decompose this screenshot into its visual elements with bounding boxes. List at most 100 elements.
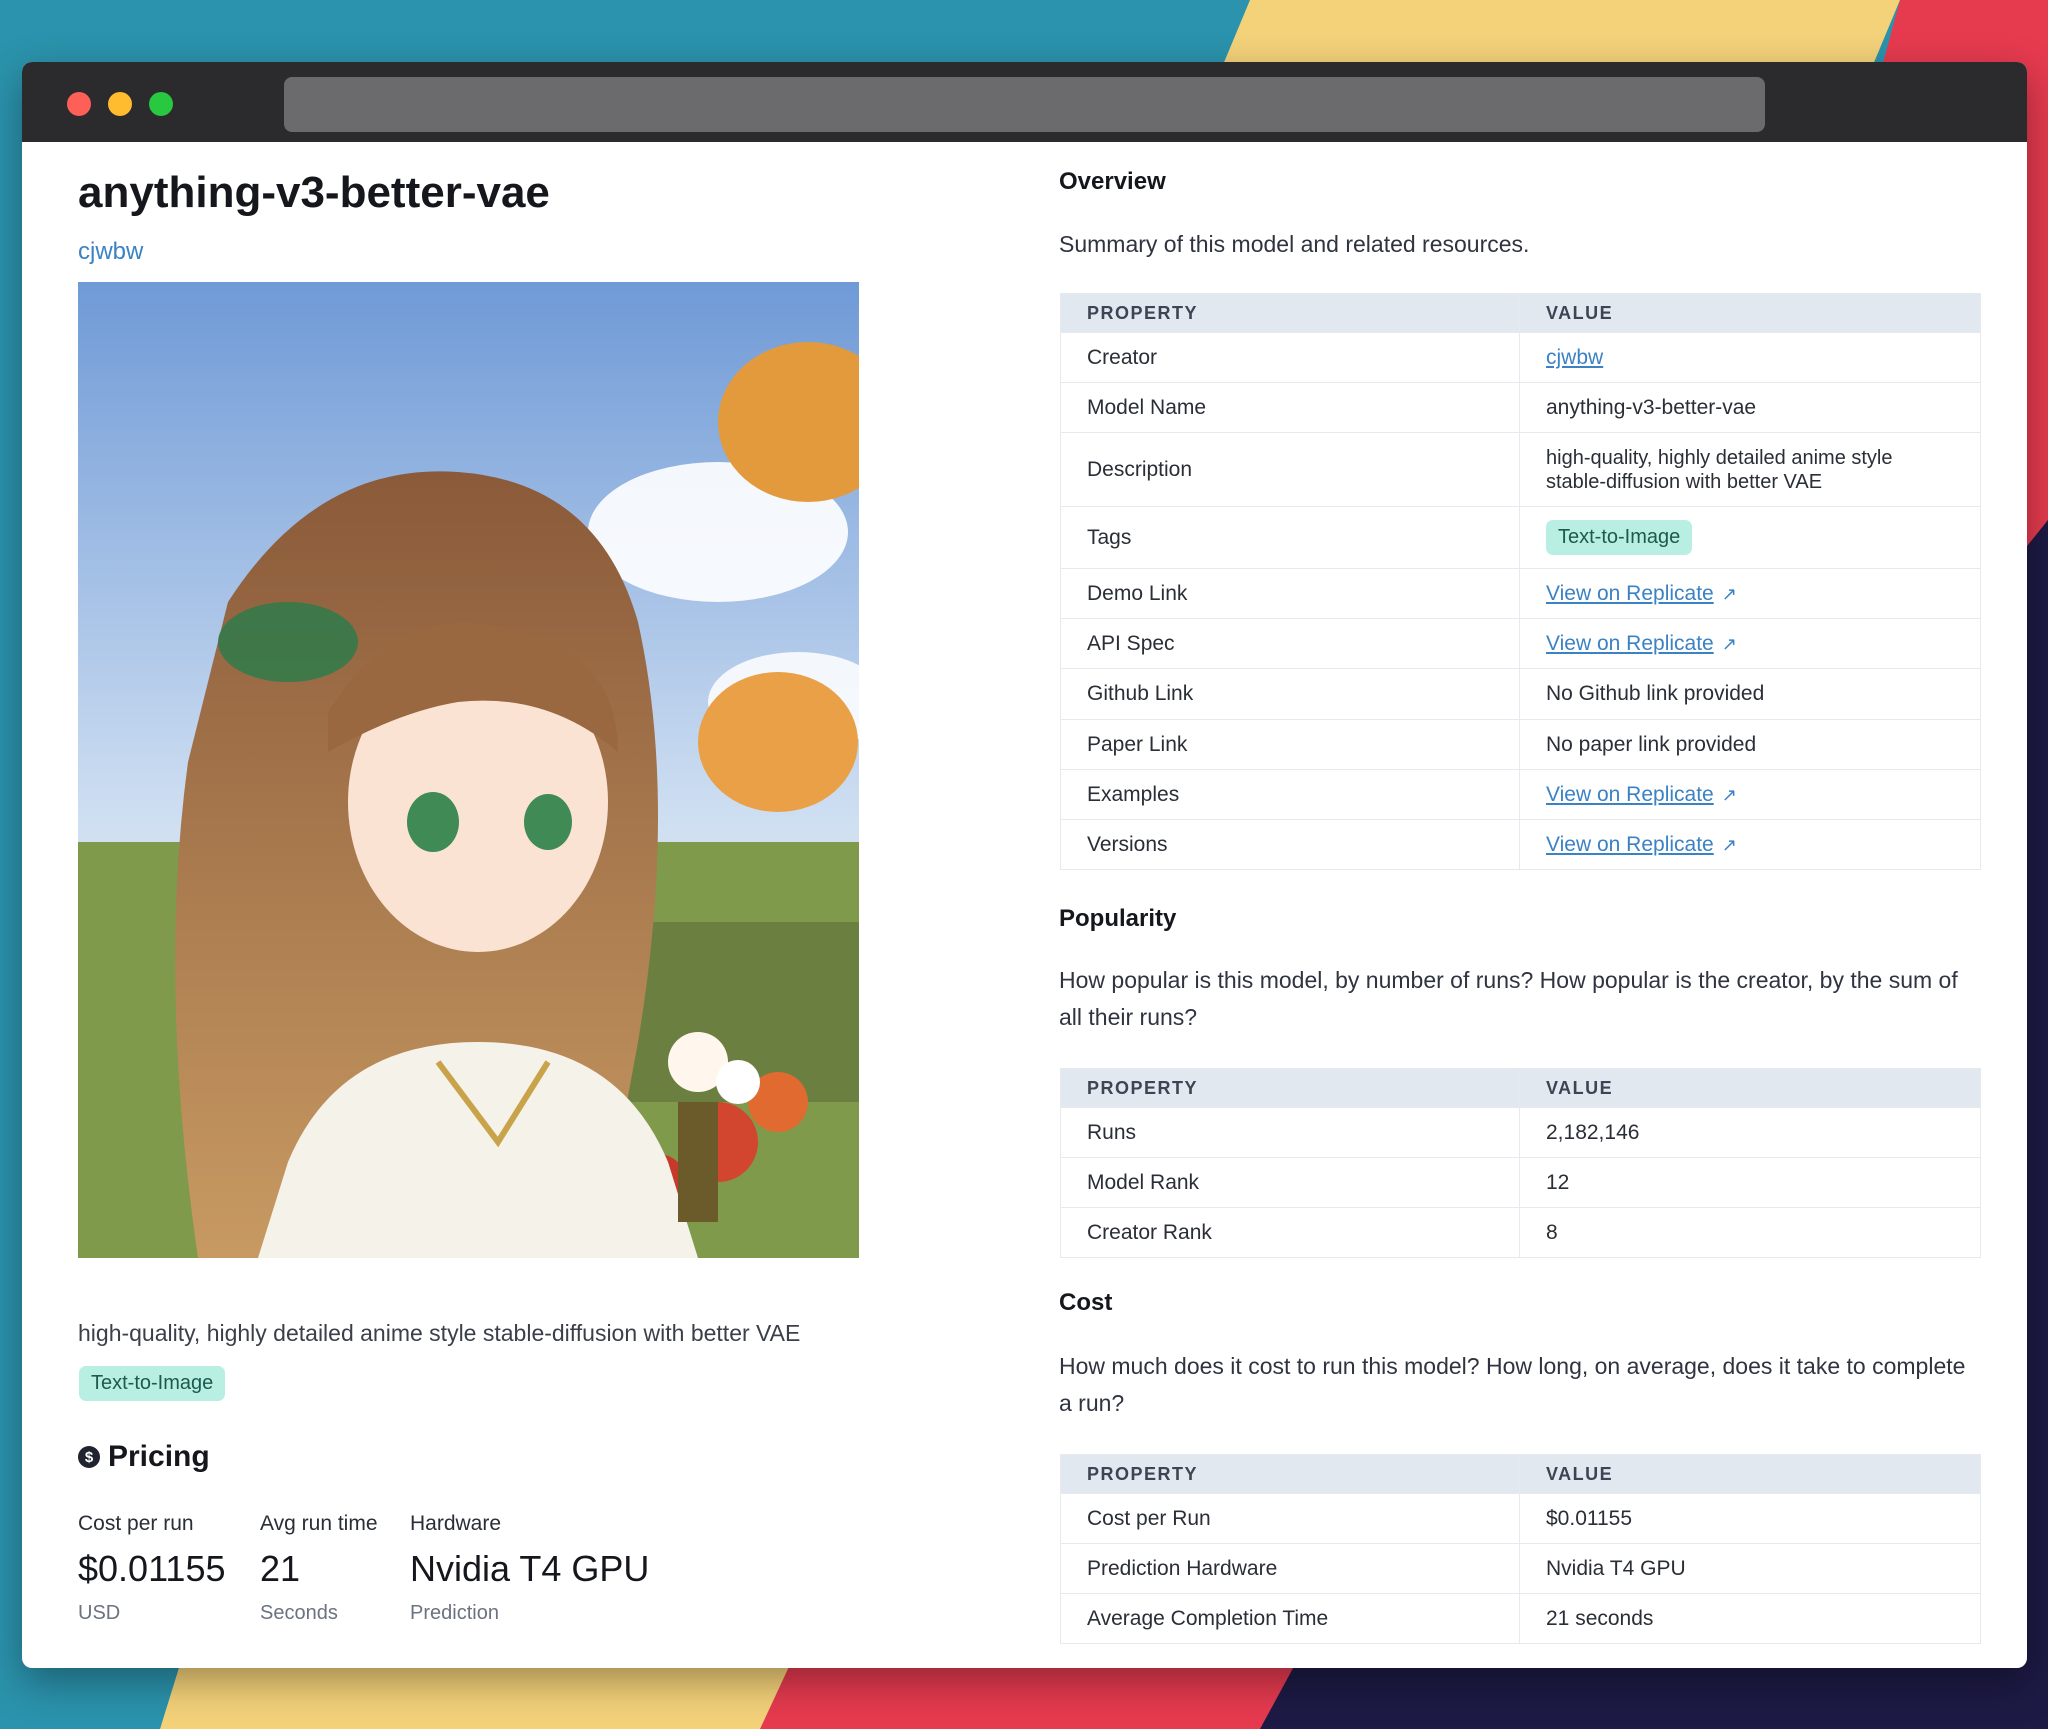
stat-unit: USD xyxy=(78,1602,121,1624)
table-row: Cost per Run $0.01155 xyxy=(1060,1493,1981,1544)
dollar-coin-icon: $ xyxy=(78,1446,100,1468)
table-row: Demo Link View on Replicate ↗ xyxy=(1060,568,1981,619)
row-value: 21 seconds xyxy=(1519,1593,1981,1644)
stat-value: Nvidia T4 GPU xyxy=(410,1548,650,1589)
row-value: View on Replicate ↗ xyxy=(1519,769,1981,820)
table-row: Average Completion Time 21 seconds xyxy=(1060,1593,1981,1644)
row-value: View on Replicate ↗ xyxy=(1519,568,1981,619)
row-property: Demo Link xyxy=(1060,568,1520,619)
table-row: Creator cjwbw xyxy=(1060,332,1981,383)
column-header-property: PROPERTY xyxy=(1060,1068,1520,1108)
table-row: API Spec View on Replicate ↗ xyxy=(1060,618,1981,669)
row-value: 12 xyxy=(1519,1157,1981,1208)
table-header-row: PROPERTY VALUE xyxy=(1060,1454,1981,1494)
column-header-property: PROPERTY xyxy=(1060,293,1520,333)
demo-link[interactable]: View on Replicate xyxy=(1546,582,1714,605)
column-header-value: VALUE xyxy=(1519,1454,1981,1494)
table-header-row: PROPERTY VALUE xyxy=(1060,1068,1981,1108)
row-property: Tags xyxy=(1060,506,1520,569)
tag-badge[interactable]: Text-to-Image xyxy=(1546,520,1693,555)
popularity-table: PROPERTY VALUE Runs 2,182,146 Model Rank… xyxy=(1060,1068,1981,1258)
row-property: Runs xyxy=(1060,1107,1520,1158)
overview-description: Summary of this model and related resour… xyxy=(1059,231,1530,257)
row-value: Nvidia T4 GPU xyxy=(1519,1543,1981,1594)
stat-label: Avg run time xyxy=(260,1512,378,1535)
table-row: Model Rank 12 xyxy=(1060,1157,1981,1208)
external-link-icon: ↗ xyxy=(1721,583,1737,604)
stat-avg-run-time: Avg run time 21 Seconds xyxy=(260,1512,378,1625)
row-property: Prediction Hardware xyxy=(1060,1543,1520,1594)
external-link-icon: ↗ xyxy=(1721,834,1737,855)
stat-cost-per-run: Cost per run $0.01155 USD xyxy=(78,1512,225,1625)
browser-window: anything-v3-better-vae cjwbw high-qualit… xyxy=(22,62,2027,1668)
table-row: Paper Link No paper link provided xyxy=(1060,719,1981,770)
stat-value: 21 xyxy=(260,1548,301,1589)
row-property: Paper Link xyxy=(1060,719,1520,770)
row-property: API Spec xyxy=(1060,618,1520,669)
row-property: Github Link xyxy=(1060,668,1520,720)
overview-title: Overview xyxy=(1059,168,1166,195)
row-value: 8 xyxy=(1519,1207,1981,1258)
table-header-row: PROPERTY VALUE xyxy=(1060,293,1981,333)
stat-label: Hardware xyxy=(410,1512,502,1535)
close-window-button[interactable] xyxy=(67,92,91,116)
row-property: Examples xyxy=(1060,769,1520,820)
cost-table: PROPERTY VALUE Cost per Run $0.01155 Pre… xyxy=(1060,1454,1981,1644)
examples-link[interactable]: View on Replicate xyxy=(1546,783,1714,806)
external-link-icon: ↗ xyxy=(1721,784,1737,805)
row-value: Text-to-Image xyxy=(1519,506,1981,569)
address-bar[interactable] xyxy=(284,77,1765,132)
table-row: Model Name anything-v3-better-vae xyxy=(1060,382,1981,433)
row-value: anything-v3-better-vae xyxy=(1519,382,1981,433)
row-property: Model Name xyxy=(1060,382,1520,433)
pricing-title: Pricing xyxy=(108,1440,210,1473)
stat-unit: Prediction xyxy=(410,1602,499,1624)
table-row: Creator Rank 8 xyxy=(1060,1207,1981,1258)
stat-hardware: Hardware Nvidia T4 GPU Prediction xyxy=(410,1512,649,1625)
stat-value: $0.01155 xyxy=(78,1548,226,1589)
row-value: cjwbw xyxy=(1519,332,1981,383)
creator-table-link[interactable]: cjwbw xyxy=(1546,346,1603,369)
row-property: Creator Rank xyxy=(1060,1207,1520,1258)
column-header-value: VALUE xyxy=(1519,1068,1981,1108)
title-bar xyxy=(22,62,2027,142)
popularity-title: Popularity xyxy=(1059,905,1177,932)
row-property: Creator xyxy=(1060,332,1520,383)
row-property: Average Completion Time xyxy=(1060,1593,1520,1644)
column-header-property: PROPERTY xyxy=(1060,1454,1520,1494)
model-title: anything-v3-better-vae xyxy=(78,168,550,217)
table-row: Description high-quality, highly detaile… xyxy=(1060,432,1981,507)
external-link-icon: ↗ xyxy=(1721,633,1737,654)
row-value: $0.01155 xyxy=(1519,1493,1981,1544)
cost-description: How much does it cost to run this model?… xyxy=(1059,1353,1966,1416)
versions-link[interactable]: View on Replicate xyxy=(1546,833,1714,856)
stat-label: Cost per run xyxy=(78,1512,194,1535)
minimize-window-button[interactable] xyxy=(108,92,132,116)
api-spec-link[interactable]: View on Replicate xyxy=(1546,632,1714,655)
row-property: Model Rank xyxy=(1060,1157,1520,1208)
row-value: No paper link provided xyxy=(1519,719,1981,770)
cost-title: Cost xyxy=(1059,1289,1113,1316)
stat-unit: Seconds xyxy=(260,1602,338,1624)
row-value: No Github link provided xyxy=(1519,668,1981,720)
row-property: Cost per Run xyxy=(1060,1493,1520,1544)
tag-badge[interactable]: Text-to-Image xyxy=(79,1366,226,1401)
table-row: Tags Text-to-Image xyxy=(1060,506,1981,569)
maximize-window-button[interactable] xyxy=(149,92,173,116)
row-property: Versions xyxy=(1060,819,1520,870)
row-property: Description xyxy=(1060,432,1520,507)
table-row: Runs 2,182,146 xyxy=(1060,1107,1981,1158)
column-header-value: VALUE xyxy=(1519,293,1981,333)
popularity-description: How popular is this model, by number of … xyxy=(1059,967,1958,1030)
table-row: Versions View on Replicate ↗ xyxy=(1060,819,1981,870)
creator-link[interactable]: cjwbw xyxy=(78,238,143,266)
overview-table: PROPERTY VALUE Creator cjwbw Model Name … xyxy=(1060,293,1981,870)
anime-illustration xyxy=(78,282,859,1258)
pricing-heading: $ Pricing xyxy=(78,1440,210,1474)
model-example-image xyxy=(78,282,859,1258)
row-value: View on Replicate ↗ xyxy=(1519,819,1981,870)
table-row: Prediction Hardware Nvidia T4 GPU xyxy=(1060,1543,1981,1594)
row-value: View on Replicate ↗ xyxy=(1519,618,1981,669)
model-description: high-quality, highly detailed anime styl… xyxy=(78,1320,801,1346)
table-row: Examples View on Replicate ↗ xyxy=(1060,769,1981,820)
